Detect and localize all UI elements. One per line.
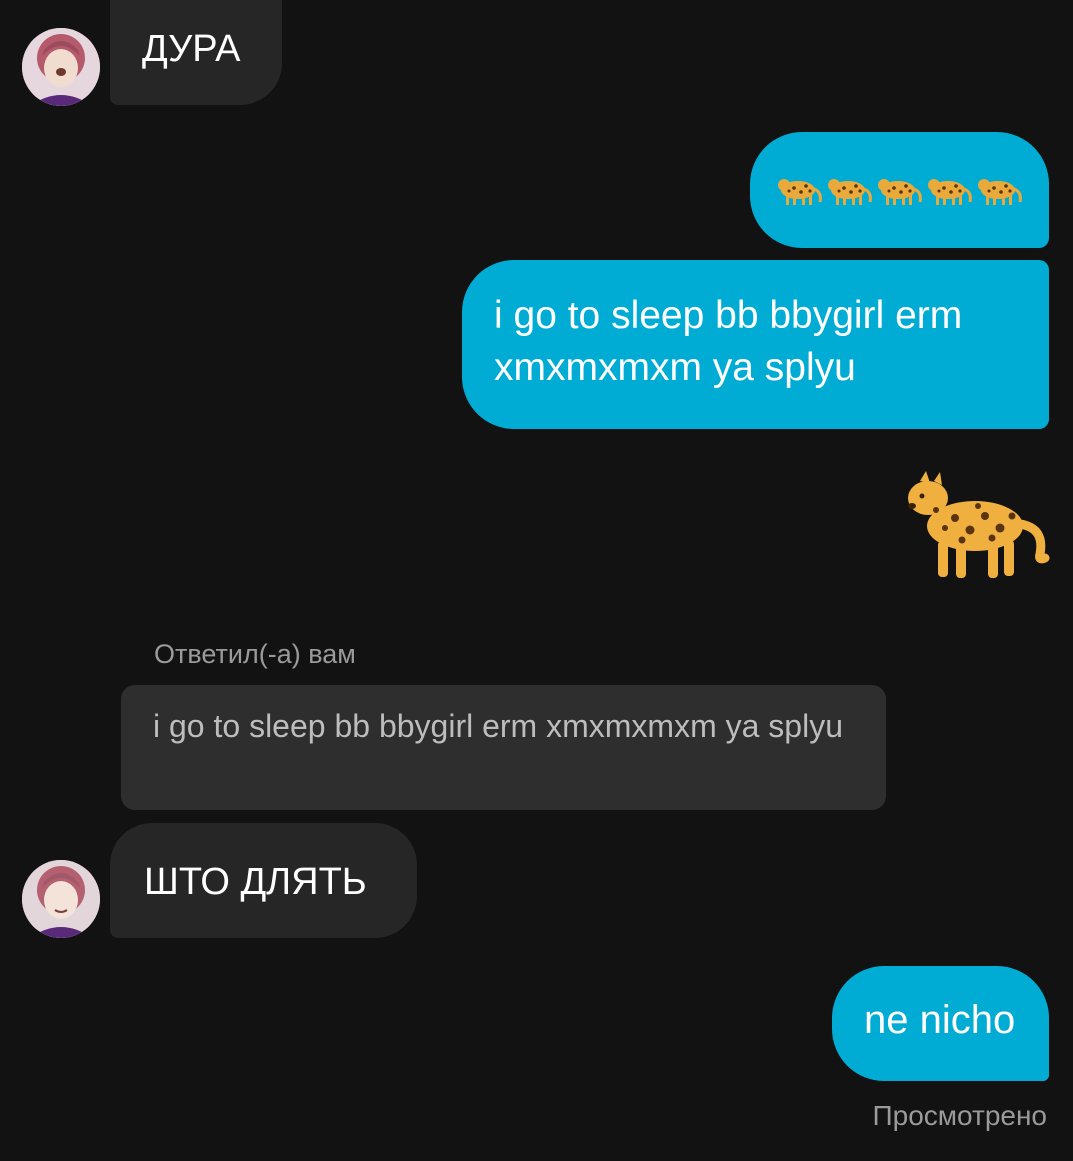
- message-text: ne nicho: [864, 998, 1016, 1042]
- reply-quote[interactable]: i go to sleep bb bbygirl erm xmxmxmxm ya…: [121, 685, 886, 810]
- message-text: ШТО ДЛЯТЬ: [144, 861, 367, 903]
- reply-label: Ответил(-а) вам: [154, 639, 356, 669]
- avatar[interactable]: [22, 860, 100, 938]
- incoming-message-bubble[interactable]: ДУРА: [110, 0, 282, 105]
- leopard-emoji: [826, 172, 874, 208]
- leopard-emoji-large[interactable]: [900, 466, 1050, 581]
- leopard-emoji: [926, 172, 974, 208]
- outgoing-message-bubble[interactable]: [750, 132, 1049, 248]
- incoming-message-bubble[interactable]: ШТО ДЛЯТЬ: [110, 823, 417, 938]
- emoji-row: [776, 172, 1024, 208]
- outgoing-message-bubble[interactable]: i go to sleep bb bbygirl erm xmxmxmxm ya…: [462, 260, 1049, 429]
- leopard-emoji: [976, 172, 1024, 208]
- avatar[interactable]: [22, 28, 100, 106]
- outgoing-message-bubble[interactable]: ne nicho: [832, 966, 1049, 1081]
- avatar-photo: [22, 860, 100, 938]
- message-text: ДУРА: [142, 28, 241, 70]
- leopard-emoji: [776, 172, 824, 208]
- avatar-photo: [22, 28, 100, 106]
- message-text: i go to sleep bb bbygirl erm xmxmxmxm ya…: [494, 294, 963, 389]
- reply-quote-text: i go to sleep bb bbygirl erm xmxmxmxm ya…: [153, 708, 843, 744]
- leopard-emoji: [876, 172, 924, 208]
- seen-status: Просмотрено: [872, 1100, 1047, 1131]
